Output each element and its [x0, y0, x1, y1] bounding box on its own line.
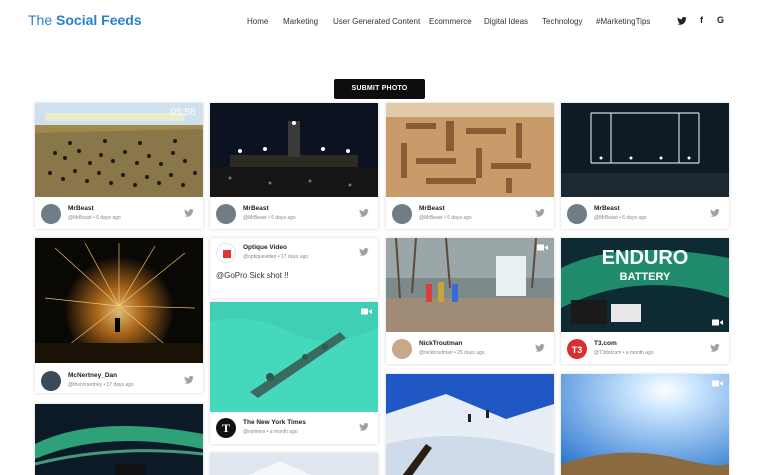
post-meta: MrBeast @MrBeast • 6 days ago: [210, 199, 378, 229]
twitter-icon[interactable]: [359, 248, 369, 256]
svg-text:T: T: [222, 421, 230, 435]
avatar: [567, 204, 587, 224]
feed-card[interactable]: MrBeast @MrBeast • 6 days ago: [210, 103, 378, 229]
post-username: McNertney_Dan: [68, 372, 118, 379]
twitter-icon[interactable]: [710, 209, 720, 217]
nav-ecommerce[interactable]: Ecommerce: [429, 17, 472, 26]
submit-photo-button[interactable]: SUBMIT PHOTO: [334, 79, 425, 99]
post-meta: T The New York Times @nytimes • a month …: [210, 413, 378, 443]
feed-card[interactable]: MrBeast @MrBeast • 6 days ago: [561, 103, 729, 229]
feed-card[interactable]: [210, 453, 378, 475]
post-username: MrBeast: [594, 205, 620, 212]
nav-digital-ideas[interactable]: Digital Ideas: [484, 17, 528, 26]
post-handle: @optiquevideo • 17 days ago: [243, 254, 309, 260]
nav-marketing-tips[interactable]: #MarketingTips: [596, 17, 650, 26]
post-username: MrBeast: [243, 205, 269, 212]
video-icon: [361, 308, 372, 315]
avatar: T3: [567, 339, 587, 359]
feed-image: [210, 103, 378, 197]
post-handle: @MrBeast • 6 days ago: [68, 215, 121, 221]
nav-technology[interactable]: Technology: [542, 17, 582, 26]
google-icon[interactable]: G: [717, 15, 724, 25]
post-meta: Optique Video @optiquevideo • 17 days ag…: [210, 238, 378, 268]
feed-card[interactable]: MrBeast @MrBeast • 6 days ago: [386, 103, 554, 229]
avatar: [216, 204, 236, 224]
post-handle: @MrBeast • 6 days ago: [594, 215, 647, 221]
twitter-icon[interactable]: [535, 209, 545, 217]
feed-card[interactable]: NickTroutman @nicktroutman • 25 days ago: [386, 238, 554, 364]
svg-text:T3: T3: [572, 345, 583, 355]
feed-image: [35, 404, 203, 475]
avatar: [41, 371, 61, 391]
avatar: [392, 339, 412, 359]
avatar: T: [216, 418, 236, 438]
post-handle: @MrBeast • 6 days ago: [243, 215, 296, 221]
feed-image: [561, 103, 729, 197]
post-handle: @MrBeast • 6 days ago: [419, 215, 472, 221]
enduro-subtitle: BATTERY: [620, 271, 671, 283]
post-text: @GoPro Sick shot !!: [216, 271, 289, 280]
post-username: MrBeast: [68, 205, 94, 212]
feed-image: [386, 238, 554, 332]
feed-image: [561, 374, 729, 475]
feed-image: [386, 103, 554, 197]
post-handle: @thencnertney • 17 days ago: [68, 382, 134, 388]
post-meta: MrBeast @MrBeast • 6 days ago: [35, 199, 203, 229]
feed-image: [386, 374, 554, 475]
twitter-icon[interactable]: [359, 423, 369, 431]
feed-image: ENDURO BATTERY: [561, 238, 729, 332]
site-header: The Social Feeds Home Marketing User Gen…: [0, 0, 768, 44]
image-overlay-timer: 05:58: [170, 107, 195, 118]
feed-image: [210, 302, 378, 412]
post-meta: T3 T3.com @T3dotcom • a month ago: [561, 334, 729, 364]
avatar: [392, 204, 412, 224]
post-meta: MrBeast @MrBeast • 6 days ago: [386, 199, 554, 229]
post-username: MrBeast: [419, 205, 445, 212]
post-meta: NickTroutman @nicktroutman • 25 days ago: [386, 334, 554, 364]
twitter-icon[interactable]: [359, 209, 369, 217]
avatar: [216, 243, 236, 263]
video-icon: [712, 319, 723, 326]
post-handle: @nytimes • a month ago: [243, 429, 298, 435]
enduro-title: ENDURO: [602, 247, 689, 269]
twitter-icon[interactable]: [677, 17, 687, 25]
post-username: Optique Video: [243, 244, 287, 251]
nav-home[interactable]: Home: [247, 17, 268, 26]
video-icon: [537, 244, 548, 251]
feed-image: [210, 453, 378, 475]
feed-card-text[interactable]: Optique Video @optiquevideo • 17 days ag…: [210, 238, 378, 298]
post-handle: @T3dotcom • a month ago: [594, 350, 654, 356]
feed-card[interactable]: [561, 374, 729, 475]
feed-card[interactable]: 05:58 MrBeast @MrBeast • 6 days ago: [35, 103, 203, 229]
feed-image: [35, 238, 203, 363]
site-logo[interactable]: The Social Feeds: [28, 12, 142, 28]
feed-image: 05:58: [35, 103, 203, 197]
post-username: NickTroutman: [419, 340, 463, 347]
nav-marketing[interactable]: Marketing: [283, 17, 318, 26]
feed-card[interactable]: [386, 374, 554, 475]
post-meta: MrBeast @MrBeast • 6 days ago: [561, 199, 729, 229]
twitter-icon[interactable]: [184, 376, 194, 384]
feed-card[interactable]: ENDURO BATTERY T3 T3.com @T3dotcom • a m…: [561, 238, 729, 364]
twitter-icon[interactable]: [184, 209, 194, 217]
avatar: [41, 204, 61, 224]
feed-card[interactable]: McNertney_Dan @thencnertney • 17 days ag…: [35, 238, 203, 393]
facebook-icon[interactable]: f: [700, 15, 703, 25]
post-handle: @nicktroutman • 25 days ago: [419, 350, 485, 356]
post-username: T3.com: [594, 340, 617, 347]
feed-card[interactable]: [35, 404, 203, 475]
post-meta: McNertney_Dan @thencnertney • 17 days ag…: [35, 366, 203, 393]
twitter-icon[interactable]: [535, 344, 545, 352]
feed-card[interactable]: T The New York Times @nytimes • a month …: [210, 302, 378, 444]
video-icon: [712, 380, 723, 387]
post-username: The New York Times: [243, 419, 306, 426]
nav-user-generated-content[interactable]: User Generated Content: [333, 17, 420, 26]
twitter-icon[interactable]: [710, 344, 720, 352]
